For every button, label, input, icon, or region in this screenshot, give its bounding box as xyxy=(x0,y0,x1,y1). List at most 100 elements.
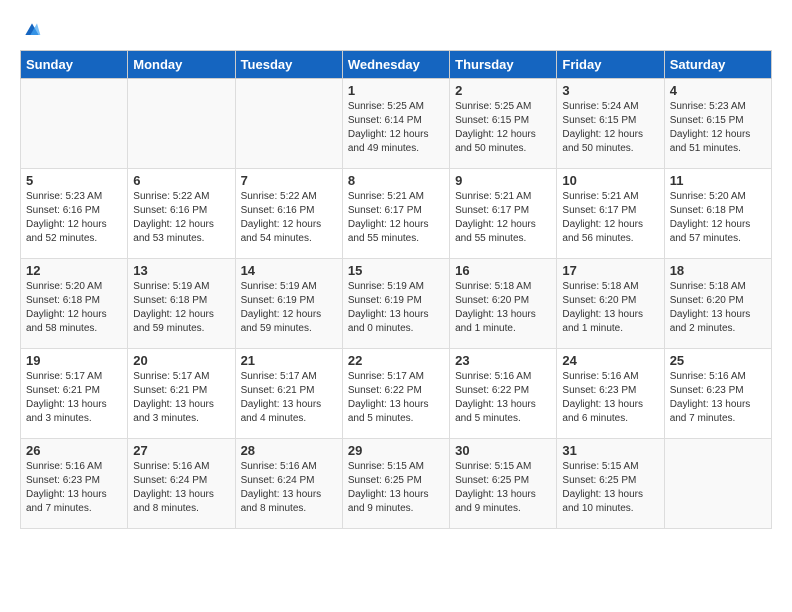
day-number: 15 xyxy=(348,263,444,278)
day-info: Sunrise: 5:19 AM Sunset: 6:18 PM Dayligh… xyxy=(133,280,229,336)
day-info: Sunrise: 5:16 AM Sunset: 6:24 PM Dayligh… xyxy=(133,460,229,516)
day-number: 16 xyxy=(455,263,551,278)
day-info: Sunrise: 5:18 AM Sunset: 6:20 PM Dayligh… xyxy=(670,280,766,336)
day-number: 12 xyxy=(26,263,122,278)
day-number: 1 xyxy=(348,83,444,98)
day-cell: 20 Sunrise: 5:17 AM Sunset: 6:21 PM Dayli… xyxy=(128,349,235,439)
week-row-4: 19 Sunrise: 5:17 AM Sunset: 6:21 PM Dayli… xyxy=(21,349,772,439)
day-info: Sunrise: 5:17 AM Sunset: 6:21 PM Dayligh… xyxy=(241,370,337,426)
day-info: Sunrise: 5:22 AM Sunset: 6:16 PM Dayligh… xyxy=(241,190,337,246)
day-cell xyxy=(128,79,235,169)
day-number: 24 xyxy=(562,353,658,368)
day-number: 28 xyxy=(241,443,337,458)
day-info: Sunrise: 5:25 AM Sunset: 6:15 PM Dayligh… xyxy=(455,100,551,156)
day-cell: 15 Sunrise: 5:19 AM Sunset: 6:19 PM Dayli… xyxy=(342,259,449,349)
day-info: Sunrise: 5:20 AM Sunset: 6:18 PM Dayligh… xyxy=(670,190,766,246)
day-number: 19 xyxy=(26,353,122,368)
day-cell xyxy=(664,439,771,529)
day-info: Sunrise: 5:24 AM Sunset: 6:15 PM Dayligh… xyxy=(562,100,658,156)
day-cell: 24 Sunrise: 5:16 AM Sunset: 6:23 PM Dayli… xyxy=(557,349,664,439)
day-cell: 1 Sunrise: 5:25 AM Sunset: 6:14 PM Daylig… xyxy=(342,79,449,169)
day-info: Sunrise: 5:16 AM Sunset: 6:24 PM Dayligh… xyxy=(241,460,337,516)
header-cell-friday: Friday xyxy=(557,51,664,79)
day-cell: 17Sunrise: 5:18 AM Sunset: 6:20 PM Dayli… xyxy=(557,259,664,349)
day-number: 23 xyxy=(455,353,551,368)
header-cell-sunday: Sunday xyxy=(21,51,128,79)
day-number: 4 xyxy=(670,83,766,98)
day-info: Sunrise: 5:21 AM Sunset: 6:17 PM Dayligh… xyxy=(455,190,551,246)
day-number: 9 xyxy=(455,173,551,188)
day-cell: 28 Sunrise: 5:16 AM Sunset: 6:24 PM Dayli… xyxy=(235,439,342,529)
day-cell: 4 Sunrise: 5:23 AM Sunset: 6:15 PM Daylig… xyxy=(664,79,771,169)
day-number: 29 xyxy=(348,443,444,458)
day-cell: 14Sunrise: 5:19 AM Sunset: 6:19 PM Dayli… xyxy=(235,259,342,349)
day-info: Sunrise: 5:22 AM Sunset: 6:16 PM Dayligh… xyxy=(133,190,229,246)
day-number: 13 xyxy=(133,263,229,278)
day-cell: 2 Sunrise: 5:25 AM Sunset: 6:15 PM Daylig… xyxy=(450,79,557,169)
day-number: 6 xyxy=(133,173,229,188)
day-cell: 22 Sunrise: 5:17 AM Sunset: 6:22 PM Dayli… xyxy=(342,349,449,439)
day-info: Sunrise: 5:17 AM Sunset: 6:21 PM Dayligh… xyxy=(26,370,122,426)
day-info: Sunrise: 5:15 AM Sunset: 6:25 PM Dayligh… xyxy=(348,460,444,516)
header-cell-saturday: Saturday xyxy=(664,51,771,79)
day-number: 2 xyxy=(455,83,551,98)
day-info: Sunrise: 5:17 AM Sunset: 6:22 PM Dayligh… xyxy=(348,370,444,426)
day-cell: 10 Sunrise: 5:21 AM Sunset: 6:17 PM Dayli… xyxy=(557,169,664,259)
day-cell: 7Sunrise: 5:22 AM Sunset: 6:16 PM Daylig… xyxy=(235,169,342,259)
week-row-3: 12 Sunrise: 5:20 AM Sunset: 6:18 PM Dayli… xyxy=(21,259,772,349)
day-number: 22 xyxy=(348,353,444,368)
day-cell: 21Sunrise: 5:17 AM Sunset: 6:21 PM Dayli… xyxy=(235,349,342,439)
day-cell: 6 Sunrise: 5:22 AM Sunset: 6:16 PM Daylig… xyxy=(128,169,235,259)
day-cell: 3 Sunrise: 5:24 AM Sunset: 6:15 PM Daylig… xyxy=(557,79,664,169)
week-row-5: 26 Sunrise: 5:16 AM Sunset: 6:23 PM Dayli… xyxy=(21,439,772,529)
day-cell: 9 Sunrise: 5:21 AM Sunset: 6:17 PM Daylig… xyxy=(450,169,557,259)
calendar-header: SundayMondayTuesdayWednesdayThursdayFrid… xyxy=(21,51,772,79)
day-info: Sunrise: 5:17 AM Sunset: 6:21 PM Dayligh… xyxy=(133,370,229,426)
day-info: Sunrise: 5:23 AM Sunset: 6:15 PM Dayligh… xyxy=(670,100,766,156)
day-info: Sunrise: 5:16 AM Sunset: 6:22 PM Dayligh… xyxy=(455,370,551,426)
day-info: Sunrise: 5:25 AM Sunset: 6:14 PM Dayligh… xyxy=(348,100,444,156)
calendar-body: 1 Sunrise: 5:25 AM Sunset: 6:14 PM Daylig… xyxy=(21,79,772,529)
day-cell: 27Sunrise: 5:16 AM Sunset: 6:24 PM Dayli… xyxy=(128,439,235,529)
day-number: 3 xyxy=(562,83,658,98)
day-info: Sunrise: 5:21 AM Sunset: 6:17 PM Dayligh… xyxy=(348,190,444,246)
day-info: Sunrise: 5:15 AM Sunset: 6:25 PM Dayligh… xyxy=(455,460,551,516)
day-number: 20 xyxy=(133,353,229,368)
day-cell: 12 Sunrise: 5:20 AM Sunset: 6:18 PM Dayli… xyxy=(21,259,128,349)
logo xyxy=(20,20,46,40)
day-info: Sunrise: 5:20 AM Sunset: 6:18 PM Dayligh… xyxy=(26,280,122,336)
day-number: 25 xyxy=(670,353,766,368)
header-cell-tuesday: Tuesday xyxy=(235,51,342,79)
day-number: 17 xyxy=(562,263,658,278)
day-info: Sunrise: 5:19 AM Sunset: 6:19 PM Dayligh… xyxy=(348,280,444,336)
day-number: 10 xyxy=(562,173,658,188)
day-info: Sunrise: 5:16 AM Sunset: 6:23 PM Dayligh… xyxy=(562,370,658,426)
day-cell: 26 Sunrise: 5:16 AM Sunset: 6:23 PM Dayli… xyxy=(21,439,128,529)
day-info: Sunrise: 5:16 AM Sunset: 6:23 PM Dayligh… xyxy=(26,460,122,516)
day-cell: 18 Sunrise: 5:18 AM Sunset: 6:20 PM Dayli… xyxy=(664,259,771,349)
page-header xyxy=(20,20,772,40)
logo-icon xyxy=(22,20,42,40)
day-cell: 5Sunrise: 5:23 AM Sunset: 6:16 PM Daylig… xyxy=(21,169,128,259)
day-info: Sunrise: 5:16 AM Sunset: 6:23 PM Dayligh… xyxy=(670,370,766,426)
day-cell: 19 Sunrise: 5:17 AM Sunset: 6:21 PM Dayli… xyxy=(21,349,128,439)
day-cell: 29 Sunrise: 5:15 AM Sunset: 6:25 PM Dayli… xyxy=(342,439,449,529)
day-number: 18 xyxy=(670,263,766,278)
day-number: 8 xyxy=(348,173,444,188)
day-cell xyxy=(21,79,128,169)
day-info: Sunrise: 5:15 AM Sunset: 6:25 PM Dayligh… xyxy=(562,460,658,516)
day-number: 5 xyxy=(26,173,122,188)
day-number: 11 xyxy=(670,173,766,188)
header-cell-wednesday: Wednesday xyxy=(342,51,449,79)
day-number: 26 xyxy=(26,443,122,458)
header-cell-thursday: Thursday xyxy=(450,51,557,79)
day-info: Sunrise: 5:19 AM Sunset: 6:19 PM Dayligh… xyxy=(241,280,337,336)
day-info: Sunrise: 5:21 AM Sunset: 6:17 PM Dayligh… xyxy=(562,190,658,246)
week-row-2: 5Sunrise: 5:23 AM Sunset: 6:16 PM Daylig… xyxy=(21,169,772,259)
week-row-1: 1 Sunrise: 5:25 AM Sunset: 6:14 PM Daylig… xyxy=(21,79,772,169)
calendar-table: SundayMondayTuesdayWednesdayThursdayFrid… xyxy=(20,50,772,529)
day-cell: 25 Sunrise: 5:16 AM Sunset: 6:23 PM Dayli… xyxy=(664,349,771,439)
day-info: Sunrise: 5:18 AM Sunset: 6:20 PM Dayligh… xyxy=(455,280,551,336)
day-cell: 31 Sunrise: 5:15 AM Sunset: 6:25 PM Dayli… xyxy=(557,439,664,529)
day-number: 31 xyxy=(562,443,658,458)
